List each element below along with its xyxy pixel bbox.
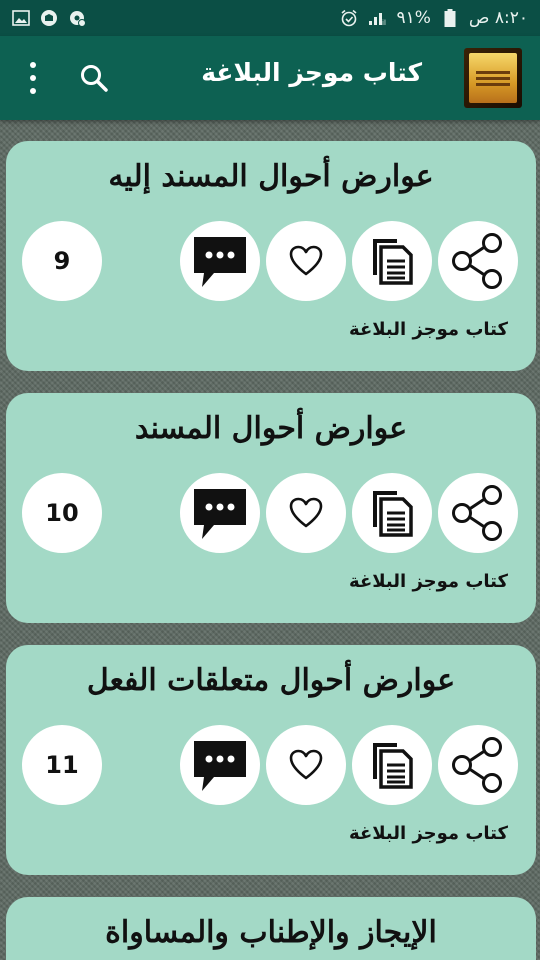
card-title: عوارض أحوال المسند إليه [108, 159, 434, 194]
app-logo [464, 48, 522, 108]
card-source: كتاب موجز البلاغة [349, 823, 508, 844]
status-right: il ٩١% ٨:٢٠ ص [340, 8, 528, 28]
comment-button[interactable] [180, 221, 260, 301]
settings-notification-icon [68, 10, 86, 27]
comment-count: 10 [22, 473, 102, 553]
status-left [12, 10, 86, 27]
copy-icon [373, 491, 413, 537]
list-card[interactable]: عوارض أحوال متعلقات الفعل 11 كتاب موجز ا… [6, 645, 536, 875]
card-title: عوارض أحوال المسند [134, 411, 408, 446]
share-button[interactable] [438, 221, 518, 301]
app-title: كتاب موجز البلاغة [201, 58, 422, 87]
heart-icon [289, 245, 323, 276]
app-notification-icon [40, 10, 58, 26]
list-card[interactable]: الإيجاز والإطناب والمساواة [6, 897, 536, 960]
comment-button[interactable] [180, 725, 260, 805]
card-title: الإيجاز والإطناب والمساواة [105, 915, 437, 950]
battery-percent: ٩١% [396, 8, 431, 28]
share-button[interactable] [438, 725, 518, 805]
like-button[interactable] [266, 221, 346, 301]
share-icon [452, 233, 502, 289]
share-icon [452, 485, 502, 541]
list-card[interactable]: عوارض أحوال المسند إليه 9 كتاب موجز البل… [6, 141, 536, 371]
card-source: كتاب موجز البلاغة [349, 571, 508, 592]
comment-count: 9 [22, 221, 102, 301]
copy-button[interactable] [352, 725, 432, 805]
status-bar: il ٩١% ٨:٢٠ ص [0, 0, 540, 36]
card-title: عوارض أحوال متعلقات الفعل [86, 663, 456, 698]
list-card[interactable]: عوارض أحوال المسند 10 كتاب موجز البلاغة [6, 393, 536, 623]
heart-icon [289, 497, 323, 528]
like-button[interactable] [266, 473, 346, 553]
comment-count: 11 [22, 725, 102, 805]
more-vertical-icon[interactable] [16, 48, 50, 108]
card-source: كتاب موجز البلاغة [349, 319, 508, 340]
search-icon[interactable] [72, 56, 116, 100]
comment-icon [194, 237, 246, 287]
comment-button[interactable] [180, 473, 260, 553]
heart-icon [289, 749, 323, 780]
copy-icon [373, 743, 413, 789]
copy-button[interactable] [352, 473, 432, 553]
comment-icon [194, 741, 246, 791]
share-button[interactable] [438, 473, 518, 553]
signal-icon: il [368, 10, 386, 26]
copy-button[interactable] [352, 221, 432, 301]
battery-icon [441, 9, 459, 27]
app-bar: كتاب موجز البلاغة [0, 36, 540, 120]
alarm-icon [340, 9, 358, 27]
image-notification-icon [12, 10, 30, 26]
share-icon [452, 737, 502, 793]
copy-icon [373, 239, 413, 285]
status-time: ٨:٢٠ ص [468, 8, 528, 28]
like-button[interactable] [266, 725, 346, 805]
comment-icon [194, 489, 246, 539]
svg-text:il: il [382, 19, 386, 26]
